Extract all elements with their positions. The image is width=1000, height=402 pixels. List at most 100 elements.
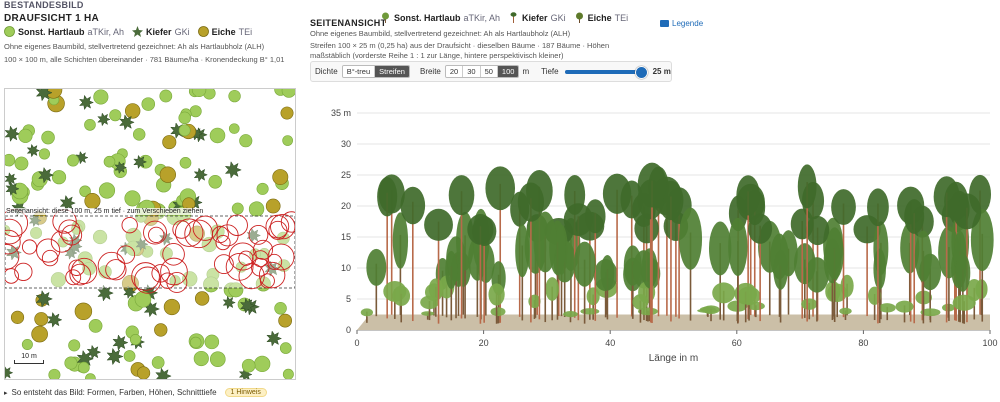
pine-crown xyxy=(155,367,172,379)
hardwood-crown xyxy=(178,124,191,137)
tree-crown xyxy=(448,175,475,216)
y-tick-label: 5 xyxy=(346,294,351,304)
tree-crown xyxy=(637,162,667,208)
tree-crown xyxy=(602,173,632,214)
x-tick-label: 60 xyxy=(732,338,742,348)
tree-crown xyxy=(904,199,925,234)
hardwood-crown xyxy=(241,358,256,373)
top-view-title: DRAUFSICHT 1 HA xyxy=(4,13,100,24)
tree-crown xyxy=(797,164,817,209)
hardwood-crown xyxy=(132,128,146,141)
x-tick-label: 20 xyxy=(479,338,489,348)
oak-crown xyxy=(159,166,176,183)
tree-crown xyxy=(517,182,544,222)
scale-bar: 10 m xyxy=(11,352,47,365)
hardwood-crown xyxy=(256,182,269,195)
hardwood-crown xyxy=(282,368,294,379)
hardwood-crown xyxy=(93,89,109,105)
top-view-plan[interactable]: Seitenansicht: diese 100 m, 25 m tief · … xyxy=(4,88,296,380)
side-legend-hardwood-name: Sonst. Hartlaub xyxy=(394,12,461,23)
dichte-label: Dichte xyxy=(315,67,338,76)
x-tick-label: 0 xyxy=(354,338,359,348)
breite-option-20[interactable]: 20 xyxy=(445,66,464,77)
hardwood-crown xyxy=(282,135,293,146)
oak-crown xyxy=(280,106,294,120)
hardwood-crown xyxy=(193,350,209,367)
strip-overlay-label: Seitenansicht: diese 100 m, 25 m tief · … xyxy=(6,208,204,215)
hardwood-crown xyxy=(274,302,287,315)
legend-link[interactable]: Legende xyxy=(660,19,703,28)
hardwood-crown xyxy=(85,373,96,379)
oak-crown xyxy=(194,291,210,306)
hardwood-sapling-icon xyxy=(380,12,391,23)
oak-crown xyxy=(154,323,168,337)
pine-crown xyxy=(78,94,94,111)
pine-crown xyxy=(86,344,102,360)
oak-crown xyxy=(163,298,180,316)
breite-option-50[interactable]: 50 xyxy=(480,66,498,77)
tree-crown xyxy=(392,285,411,306)
tree-crown xyxy=(641,248,658,289)
hardwood-crown xyxy=(254,355,271,373)
pine-crown xyxy=(46,311,63,328)
section-label: BESTANDESBILD xyxy=(4,0,84,10)
tree-crown xyxy=(825,227,844,280)
legend-link-label: Legende xyxy=(672,19,704,28)
tiefe-slider[interactable] xyxy=(564,65,649,79)
tree-crown xyxy=(955,253,971,292)
dichte-option-btreu[interactable]: B°-treu xyxy=(342,66,376,77)
hardwood-crown xyxy=(84,119,96,131)
pine-crown xyxy=(97,112,111,127)
hardwood-crown xyxy=(231,202,244,215)
hardwood-crown xyxy=(281,89,295,98)
hardwood-crown xyxy=(208,174,223,189)
side-strip-band xyxy=(5,215,295,289)
tiefe-slider-fill xyxy=(564,69,642,74)
breite-option-100[interactable]: 100 xyxy=(497,66,519,77)
tree-crown xyxy=(488,283,505,306)
hardwood-crown xyxy=(66,154,80,167)
hardwood-crown xyxy=(189,336,202,349)
legend-pine-name: Kiefer xyxy=(146,26,172,37)
y-tick-label: 25 xyxy=(341,170,351,180)
hardwood-crown xyxy=(159,89,173,103)
hardwood-crown xyxy=(189,105,202,118)
side-legend-pine-name: Kiefer xyxy=(522,12,548,23)
x-tick-label: 40 xyxy=(605,338,615,348)
side-view-desc-1: Streifen 100 × 25 m (0,25 ha) aus der Dr… xyxy=(310,41,610,50)
hardwood-crown xyxy=(51,170,67,185)
tree-crown xyxy=(748,213,773,244)
hardwood-crown xyxy=(151,356,165,369)
top-view-canvas[interactable] xyxy=(5,89,295,379)
legend-pine-abbr: GKi xyxy=(174,26,190,37)
pine-icon xyxy=(132,26,144,37)
hardwood-icon xyxy=(4,26,15,37)
hardwood-crown xyxy=(21,339,33,351)
tree-crown xyxy=(563,311,578,318)
side-legend-hardwood-abbr: aTKir, Ah xyxy=(463,12,501,23)
top-view-info: 100 × 100 m, alle Schichten übereinander… xyxy=(4,55,285,64)
tree-crown xyxy=(867,188,889,227)
oak-crown xyxy=(84,192,101,210)
tree-crown xyxy=(424,208,453,241)
pine-tree-icon xyxy=(508,12,519,23)
legend-hardwood-abbr: aTKir, Ah xyxy=(87,26,125,37)
oak-crown xyxy=(278,313,293,328)
tiefe-slider-knob[interactable] xyxy=(635,65,649,79)
tree-crown xyxy=(914,230,932,282)
tree-crown xyxy=(377,176,398,217)
top-view-note: Ohne eigenes Baumbild, stellvertretend g… xyxy=(4,42,265,51)
breite-option-30[interactable]: 30 xyxy=(463,66,481,77)
tree-crown xyxy=(712,282,736,304)
footer-explainer[interactable]: ▸ So entsteht das Bild: Formen, Farben, … xyxy=(4,388,267,397)
tree-crown xyxy=(702,305,720,315)
scale-bar-label: 10 m xyxy=(21,353,37,360)
hardwood-crown xyxy=(14,156,29,171)
dichte-option-streifen[interactable]: Streifen xyxy=(375,66,409,77)
hardwood-crown xyxy=(88,319,103,333)
x-tick-label: 100 xyxy=(982,338,997,348)
hint-badge[interactable]: 1 Hinweis xyxy=(224,388,267,397)
tree-crown xyxy=(805,257,829,293)
hardwood-crown xyxy=(38,148,51,160)
y-tick-label: 10 xyxy=(341,263,351,273)
